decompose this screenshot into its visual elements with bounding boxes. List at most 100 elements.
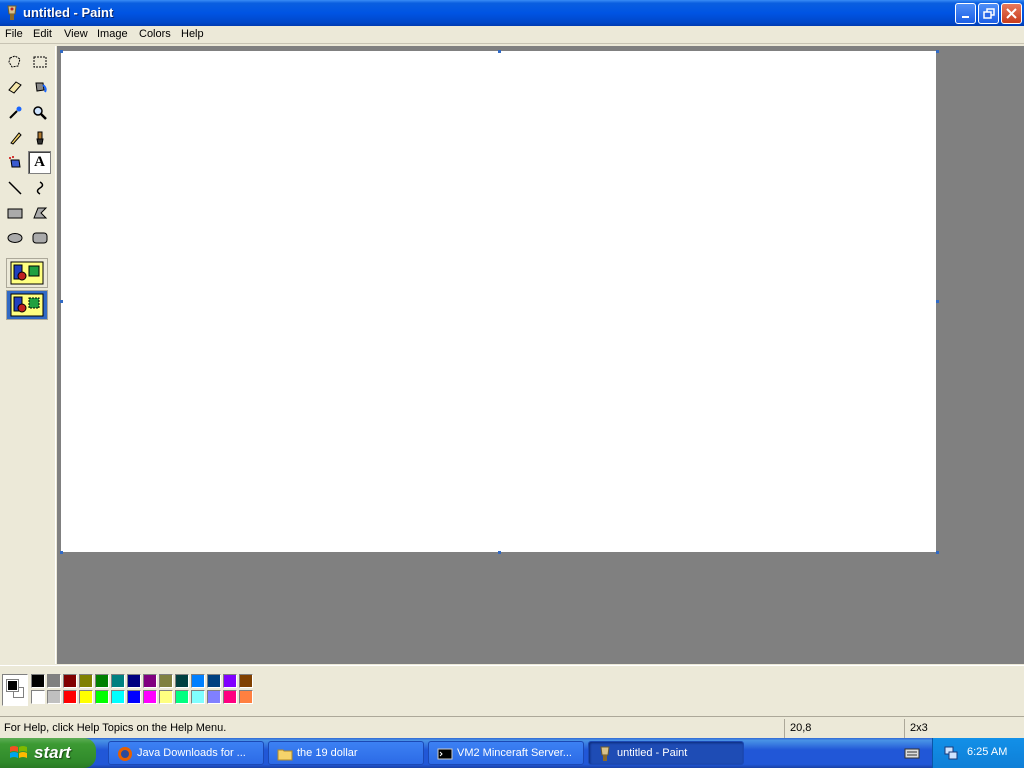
palette-color-swatch[interactable] <box>175 674 189 688</box>
free-form-select-icon[interactable] <box>3 50 26 73</box>
palette-color-swatch[interactable] <box>223 674 237 688</box>
command-prompt-icon <box>437 748 453 760</box>
curve-icon[interactable] <box>28 176 51 199</box>
keyboard-icon[interactable] <box>904 747 920 760</box>
palette-color-swatch[interactable] <box>47 690 61 704</box>
palette-color-swatch[interactable] <box>31 690 45 704</box>
pencil-icon[interactable] <box>3 126 26 149</box>
menu-image[interactable]: Image <box>97 28 128 40</box>
start-button[interactable]: start <box>0 738 96 768</box>
taskbar: start Java Downloads for ... the 19 doll… <box>0 738 1024 768</box>
menu-help[interactable]: Help <box>181 28 204 40</box>
palette-color-swatch[interactable] <box>31 674 45 688</box>
minimize-button[interactable] <box>955 3 976 24</box>
folder-icon <box>277 749 293 761</box>
menu-edit[interactable]: Edit <box>33 28 52 40</box>
status-divider <box>904 719 905 738</box>
canvas-workarea <box>57 46 1024 664</box>
color-palette <box>0 665 1024 714</box>
window-title: untitled - Paint <box>23 5 114 20</box>
clock[interactable]: 6:25 AM <box>967 746 1007 758</box>
palette-color-swatch[interactable] <box>159 690 173 704</box>
palette-color-swatch[interactable] <box>127 674 141 688</box>
palette-color-swatch[interactable] <box>143 690 157 704</box>
palette-color-swatch[interactable] <box>239 690 253 704</box>
taskbar-item-paint[interactable]: untitled - Paint <box>588 741 744 765</box>
palette-color-swatch[interactable] <box>159 674 173 688</box>
palette-color-swatch[interactable] <box>239 674 253 688</box>
palette-color-swatch[interactable] <box>63 690 77 704</box>
start-label: start <box>34 743 71 762</box>
rounded-rectangle-icon[interactable] <box>28 226 51 249</box>
ellipse-icon[interactable] <box>3 226 26 249</box>
palette-color-swatch[interactable] <box>207 674 221 688</box>
menu-bar: File Edit View Image Colors Help <box>0 26 1024 44</box>
menu-file[interactable]: File <box>5 28 23 40</box>
palette-color-swatch[interactable] <box>191 690 205 704</box>
pick-color-icon[interactable] <box>3 101 26 124</box>
resize-handle <box>60 300 63 303</box>
brush-icon[interactable] <box>28 126 51 149</box>
taskbar-item-command-prompt[interactable]: VM2 Minceraft Server... <box>428 741 584 765</box>
palette-color-swatch[interactable] <box>175 690 189 704</box>
palette-color-swatch[interactable] <box>207 690 221 704</box>
palette-color-swatch[interactable] <box>143 674 157 688</box>
palette-color-swatch[interactable] <box>111 674 125 688</box>
close-button[interactable] <box>1001 3 1022 24</box>
restore-button[interactable] <box>978 3 999 24</box>
eraser-icon[interactable] <box>3 75 26 98</box>
text-tool-glyph: A <box>34 154 45 170</box>
airbrush-icon[interactable] <box>3 151 26 174</box>
palette-color-swatch[interactable] <box>47 674 61 688</box>
status-selection-size: 2x3 <box>910 722 928 734</box>
resize-handle <box>60 551 63 554</box>
palette-color-swatch[interactable] <box>95 690 109 704</box>
firefox-icon <box>118 747 132 761</box>
taskbar-item-java-downloads[interactable]: Java Downloads for ... <box>108 741 264 765</box>
text-icon[interactable]: A <box>28 151 51 174</box>
foreground-color[interactable] <box>6 679 19 692</box>
palette-color-swatch[interactable] <box>191 674 205 688</box>
palette-color-swatch[interactable] <box>95 674 109 688</box>
windows-logo-icon <box>10 746 27 758</box>
toolbox: A <box>0 46 56 664</box>
paint-app-icon[interactable] <box>5 5 19 21</box>
paint-window: untitled - Paint File Edit View Image Co… <box>0 0 1024 738</box>
rectangle-icon[interactable] <box>3 201 26 224</box>
system-tray: 6:25 AM <box>932 738 1024 768</box>
palette-color-swatch[interactable] <box>127 690 141 704</box>
palette-color-swatch[interactable] <box>79 674 93 688</box>
paint-icon <box>600 746 610 761</box>
fill-with-color-icon[interactable] <box>28 75 51 98</box>
transparency-transparent-option[interactable] <box>6 290 48 320</box>
title-bar[interactable]: untitled - Paint <box>0 0 1024 26</box>
resize-handle <box>498 50 501 53</box>
opaque-selection-icon <box>10 261 44 285</box>
line-icon[interactable] <box>3 176 26 199</box>
drawing-canvas[interactable] <box>61 51 936 552</box>
resize-handle <box>936 50 939 53</box>
status-bar: For Help, click Help Topics on the Help … <box>0 716 1024 738</box>
current-colors <box>2 674 28 706</box>
taskbar-item-label: VM2 Minceraft Server... <box>457 747 572 759</box>
palette-color-swatch[interactable] <box>223 690 237 704</box>
resize-handle <box>60 50 63 53</box>
status-help-text: For Help, click Help Topics on the Help … <box>4 722 227 734</box>
network-icon[interactable] <box>943 745 959 761</box>
palette-color-swatch[interactable] <box>111 690 125 704</box>
resize-handle-corner[interactable] <box>936 551 939 554</box>
palette-color-swatch[interactable] <box>79 690 93 704</box>
transparent-selection-icon <box>10 293 44 317</box>
polygon-icon[interactable] <box>28 201 51 224</box>
transparency-opaque-option[interactable] <box>6 258 48 288</box>
resize-handle-bottom[interactable] <box>498 551 501 554</box>
menu-colors[interactable]: Colors <box>139 28 171 40</box>
palette-color-swatch[interactable] <box>63 674 77 688</box>
select-icon[interactable] <box>28 50 51 73</box>
resize-handle-right[interactable] <box>936 300 939 303</box>
taskbar-item-label: untitled - Paint <box>617 747 688 759</box>
magnifier-icon[interactable] <box>28 101 51 124</box>
menu-view[interactable]: View <box>64 28 88 40</box>
taskbar-item-folder[interactable]: the 19 dollar <box>268 741 424 765</box>
status-cursor-coords: 20,8 <box>790 722 812 734</box>
